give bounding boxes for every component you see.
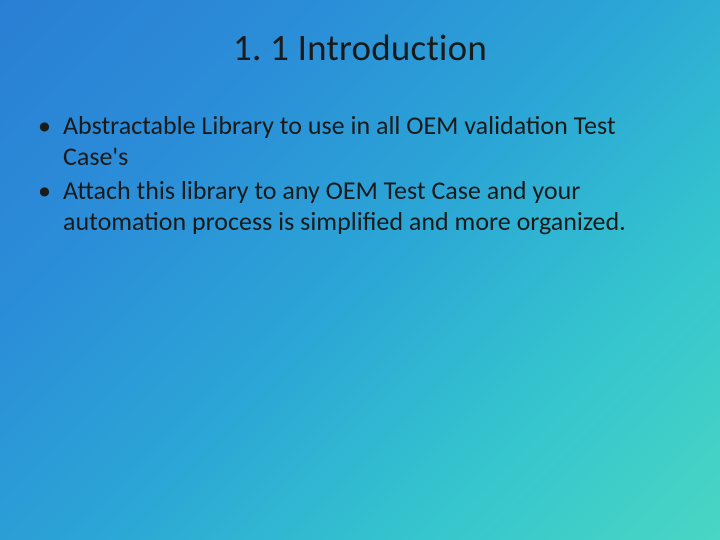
slide: 1. 1 Introduction Abstractable Library t… — [0, 0, 720, 540]
list-item: Attach this library to any OEM Test Case… — [35, 175, 685, 236]
list-item: Abstractable Library to use in all OEM v… — [35, 110, 685, 171]
slide-body: Abstractable Library to use in all OEM v… — [0, 80, 720, 237]
bullet-list: Abstractable Library to use in all OEM v… — [35, 110, 685, 237]
page-title: 1. 1 Introduction — [0, 0, 720, 80]
